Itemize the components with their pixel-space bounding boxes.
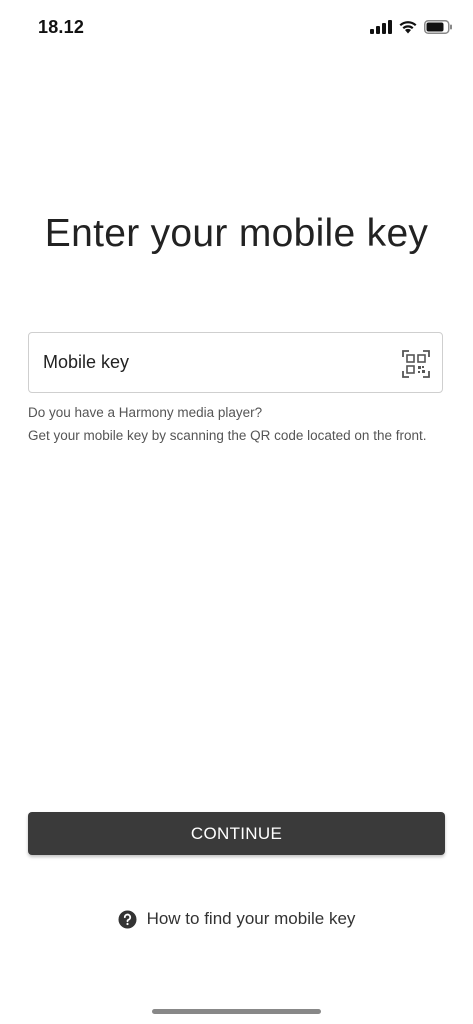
- mobile-key-input[interactable]: [43, 333, 383, 392]
- how-to-find-key-link[interactable]: How to find your mobile key: [0, 909, 473, 929]
- status-bar: 18.12: [0, 0, 473, 56]
- helper-text: Do you have a Harmony media player? Get …: [28, 401, 448, 447]
- helper-line-2: Get your mobile key by scanning the QR c…: [28, 428, 427, 443]
- qr-code-scan-icon: [402, 350, 430, 378]
- question-circle-icon: [118, 910, 137, 928]
- how-to-find-key-label: How to find your mobile key: [146, 909, 356, 928]
- wifi-icon: [399, 21, 417, 34]
- home-indicator: [152, 1009, 321, 1014]
- cellular-signal-icon: [370, 19, 392, 34]
- qr-scan-button[interactable]: [402, 350, 430, 378]
- helper-line-1: Do you have a Harmony media player?: [28, 405, 263, 420]
- battery-icon: [424, 19, 452, 34]
- page-title: Enter your mobile key: [44, 212, 429, 255]
- status-icons: [370, 19, 453, 34]
- status-time: 18.12: [38, 17, 85, 37]
- mobile-key-field[interactable]: [28, 332, 443, 393]
- continue-button[interactable]: CONTINUE: [28, 812, 445, 855]
